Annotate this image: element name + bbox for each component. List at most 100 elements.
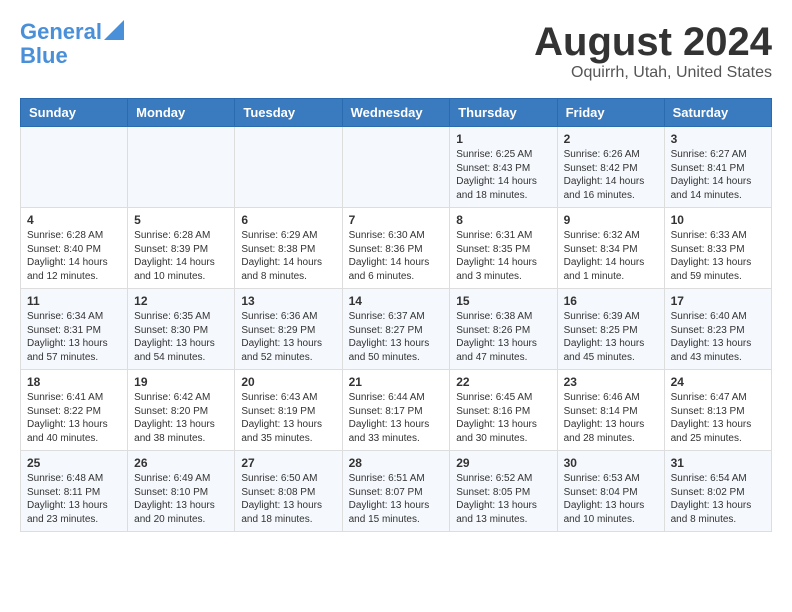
day-number: 6 [241,213,335,227]
day-header-wednesday: Wednesday [342,99,450,127]
day-header-tuesday: Tuesday [235,99,342,127]
calendar-cell: 27Sunrise: 6:50 AM Sunset: 8:08 PM Dayli… [235,451,342,532]
day-number: 13 [241,294,335,308]
day-number: 15 [456,294,550,308]
day-number: 3 [671,132,765,146]
day-number: 7 [349,213,444,227]
calendar-cell: 25 Sunrise: 6:48 AM Sunset: 8:11 PM Dayli… [21,451,128,532]
day-number: 17 [671,294,765,308]
calendar-week-row: 11Sunrise: 6:34 AM Sunset: 8:31 PM Dayli… [21,289,772,370]
cell-content: Sunrise: 6:45 AM Sunset: 8:16 PM Dayligh… [456,391,550,445]
day-number: 9 [564,213,658,227]
calendar-cell: 14 Sunrise: 6:37 AM Sunset: 8:27 PM Dayli… [342,289,450,370]
cell-content: Sunrise: 6:26 AM Sunset: 8:42 PM Dayligh… [564,148,658,202]
cell-content: Sunrise: 6:28 AM Sunset: 8:39 PM Dayligh… [134,229,228,283]
calendar-cell: 22 Sunrise: 6:45 AM Sunset: 8:16 PM Dayli… [450,370,557,451]
day-header-thursday: Thursday [450,99,557,127]
day-number: 4 [27,213,121,227]
logo-text-blue: Blue [20,44,68,68]
day-number: 29 [456,456,550,470]
cell-content: Sunrise: 6:40 AM Sunset: 8:23 PM Dayligh… [671,310,765,364]
cell-content: Sunrise: 6:32 AM Sunset: 8:34 PM Dayligh… [564,229,658,283]
location-title: Oquirrh, Utah, United States [534,64,772,82]
day-number: 31 [671,456,765,470]
day-number: 24 [671,375,765,389]
cell-content: Sunrise: 6:48 AM Sunset: 8:11 PM Dayligh… [27,472,121,526]
calendar-cell: 9 Sunrise: 6:32 AM Sunset: 8:34 PM Daylig… [557,208,664,289]
calendar-cell: 29 Sunrise: 6:52 AM Sunset: 8:05 PM Dayli… [450,451,557,532]
calendar-cell: 3 Sunrise: 6:27 AM Sunset: 8:41 PM Daylig… [664,127,771,208]
cell-content: Sunrise: 6:30 AM Sunset: 8:36 PM Dayligh… [349,229,444,283]
day-number: 21 [349,375,444,389]
day-number: 14 [349,294,444,308]
cell-content: Sunrise: 6:50 AM Sunset: 8:08 PM Dayligh… [241,472,335,526]
day-header-friday: Friday [557,99,664,127]
day-number: 19 [134,375,228,389]
calendar-week-row: 4 Sunrise: 6:28 AM Sunset: 8:40 PM Daylig… [21,208,772,289]
calendar-cell: 13 Sunrise: 6:36 AM Sunset: 8:29 PM Dayli… [235,289,342,370]
calendar-header-row: SundayMondayTuesdayWednesdayThursdayFrid… [21,99,772,127]
cell-content: Sunrise: 6:44 AM Sunset: 8:17 PM Dayligh… [349,391,444,445]
calendar-cell: 19 Sunrise: 6:42 AM Sunset: 8:20 PM Dayli… [128,370,235,451]
calendar-cell: 23 Sunrise: 6:46 AM Sunset: 8:14 PM Dayli… [557,370,664,451]
day-number: 2 [564,132,658,146]
day-number: 26 [134,456,228,470]
cell-content: Sunrise: 6:28 AM Sunset: 8:40 PM Dayligh… [27,229,121,283]
calendar-cell: 30 Sunrise: 6:53 AM Sunset: 8:04 PM Dayli… [557,451,664,532]
calendar-cell: 18 Sunrise: 6:41 AM Sunset: 8:22 PM Dayli… [21,370,128,451]
calendar-cell: 12 Sunrise: 6:35 AM Sunset: 8:30 PM Dayli… [128,289,235,370]
calendar-cell: 17 Sunrise: 6:40 AM Sunset: 8:23 PM Dayli… [664,289,771,370]
day-number: 12 [134,294,228,308]
cell-content: Sunrise: 6:29 AM Sunset: 8:38 PM Dayligh… [241,229,335,283]
calendar-cell: 21 Sunrise: 6:44 AM Sunset: 8:17 PM Dayli… [342,370,450,451]
cell-content: Sunrise: 6:51 AM Sunset: 8:07 PM Dayligh… [349,472,444,526]
day-number: 25 [27,456,121,470]
cell-content: Sunrise: 6:49 AM Sunset: 8:10 PM Dayligh… [134,472,228,526]
day-number: 18 [27,375,121,389]
cell-content: Sunrise: 6:31 AM Sunset: 8:35 PM Dayligh… [456,229,550,283]
day-number: 1 [456,132,550,146]
day-number: 28 [349,456,444,470]
calendar-cell: 10Sunrise: 6:33 AM Sunset: 8:33 PM Dayli… [664,208,771,289]
day-number: 5 [134,213,228,227]
day-number: 30 [564,456,658,470]
calendar-cell [235,127,342,208]
cell-content: Sunrise: 6:47 AM Sunset: 8:13 PM Dayligh… [671,391,765,445]
calendar-cell: 8Sunrise: 6:31 AM Sunset: 8:35 PM Daylig… [450,208,557,289]
cell-content: Sunrise: 6:27 AM Sunset: 8:41 PM Dayligh… [671,148,765,202]
calendar-cell: 5 Sunrise: 6:28 AM Sunset: 8:39 PM Daylig… [128,208,235,289]
logo-triangle-icon [104,20,124,40]
calendar-cell: 1 Sunrise: 6:25 AM Sunset: 8:43 PM Daylig… [450,127,557,208]
calendar-cell: 24 Sunrise: 6:47 AM Sunset: 8:13 PM Dayli… [664,370,771,451]
cell-content: Sunrise: 6:42 AM Sunset: 8:20 PM Dayligh… [134,391,228,445]
page-header: General Blue August 2024 Oquirrh, Utah, … [20,20,772,82]
calendar-cell: 11Sunrise: 6:34 AM Sunset: 8:31 PM Dayli… [21,289,128,370]
day-header-saturday: Saturday [664,99,771,127]
calendar-cell: 4 Sunrise: 6:28 AM Sunset: 8:40 PM Daylig… [21,208,128,289]
day-header-monday: Monday [128,99,235,127]
calendar-cell: 2 Sunrise: 6:26 AM Sunset: 8:42 PM Daylig… [557,127,664,208]
cell-content: Sunrise: 6:46 AM Sunset: 8:14 PM Dayligh… [564,391,658,445]
cell-content: Sunrise: 6:53 AM Sunset: 8:04 PM Dayligh… [564,472,658,526]
cell-content: Sunrise: 6:25 AM Sunset: 8:43 PM Dayligh… [456,148,550,202]
cell-content: Sunrise: 6:41 AM Sunset: 8:22 PM Dayligh… [27,391,121,445]
cell-content: Sunrise: 6:34 AM Sunset: 8:31 PM Dayligh… [27,310,121,364]
logo-text-general: General [20,20,102,44]
cell-content: Sunrise: 6:43 AM Sunset: 8:19 PM Dayligh… [241,391,335,445]
calendar-cell: 28 Sunrise: 6:51 AM Sunset: 8:07 PM Dayli… [342,451,450,532]
day-number: 16 [564,294,658,308]
calendar-cell: 20Sunrise: 6:43 AM Sunset: 8:19 PM Dayli… [235,370,342,451]
calendar-cell: 31Sunrise: 6:54 AM Sunset: 8:02 PM Dayli… [664,451,771,532]
cell-content: Sunrise: 6:38 AM Sunset: 8:26 PM Dayligh… [456,310,550,364]
cell-content: Sunrise: 6:36 AM Sunset: 8:29 PM Dayligh… [241,310,335,364]
cell-content: Sunrise: 6:35 AM Sunset: 8:30 PM Dayligh… [134,310,228,364]
calendar-week-row: 25 Sunrise: 6:48 AM Sunset: 8:11 PM Dayli… [21,451,772,532]
cell-content: Sunrise: 6:52 AM Sunset: 8:05 PM Dayligh… [456,472,550,526]
calendar-cell: 16 Sunrise: 6:39 AM Sunset: 8:25 PM Dayli… [557,289,664,370]
cell-content: Sunrise: 6:37 AM Sunset: 8:27 PM Dayligh… [349,310,444,364]
calendar-cell [342,127,450,208]
day-number: 22 [456,375,550,389]
cell-content: Sunrise: 6:39 AM Sunset: 8:25 PM Dayligh… [564,310,658,364]
day-number: 23 [564,375,658,389]
calendar-table: SundayMondayTuesdayWednesdayThursdayFrid… [20,98,772,532]
